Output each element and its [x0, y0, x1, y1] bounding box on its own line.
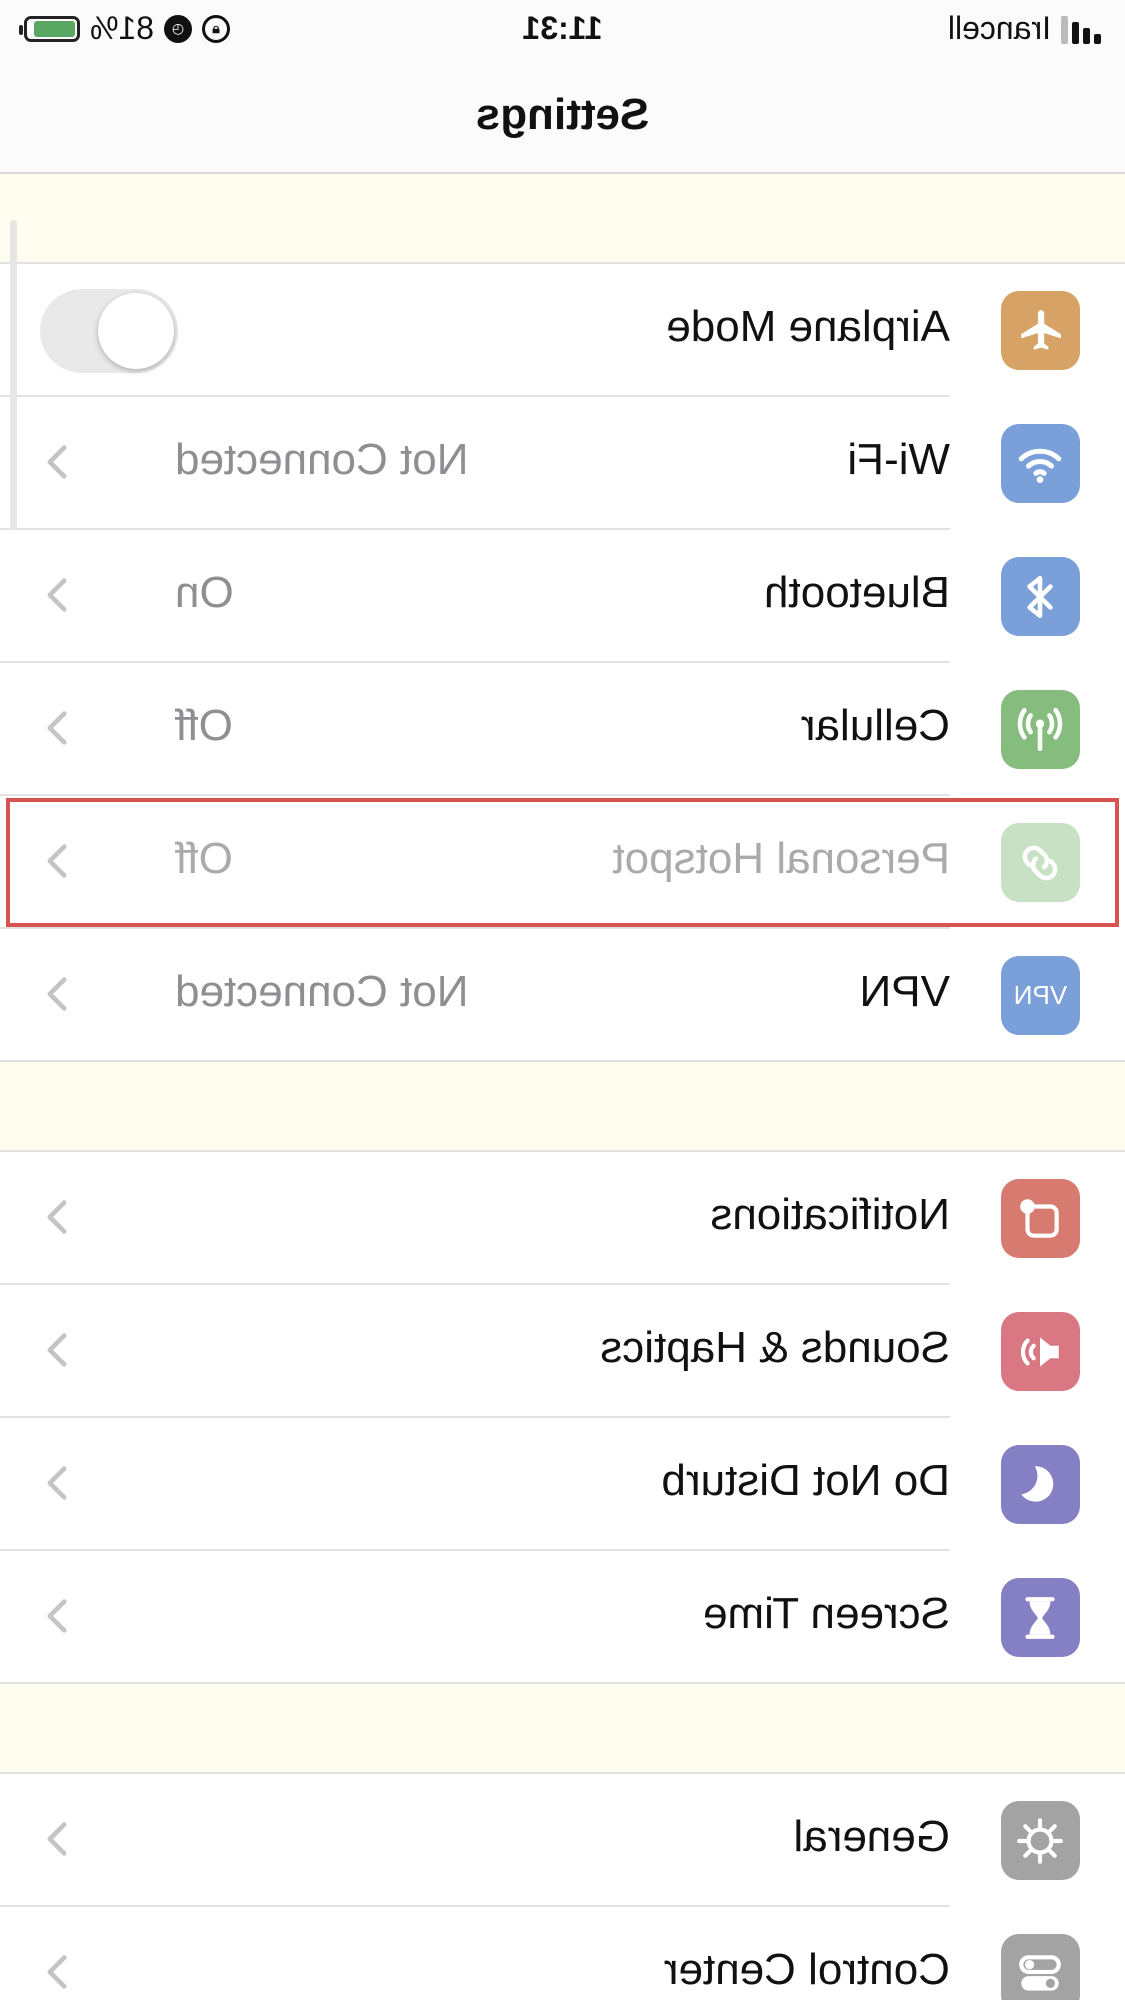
wi-fi-value: Not Connected — [175, 435, 469, 484]
personal-hotspot-label: Personal Hotspot — [612, 834, 950, 883]
settings-row-vpn[interactable]: VPN VPN Not Connected — [0, 929, 1125, 1062]
highlight-box — [6, 798, 1119, 927]
battery-percent: 81% — [90, 10, 155, 46]
section-separator — [0, 1684, 1125, 1774]
section-separator — [0, 174, 1125, 264]
gear-icon — [1001, 1801, 1080, 1880]
settings-row-control-center[interactable]: Control Center — [0, 1907, 1125, 2000]
settings-row-general[interactable]: General — [0, 1774, 1125, 1907]
settings-list[interactable]: Airplane Mode Wi-Fi Not Connected Bluetooth… — [0, 174, 1125, 2000]
bluetooth-label: Bluetooth — [764, 568, 950, 617]
notifications-icon — [1001, 1179, 1080, 1258]
toggle-knob — [98, 293, 174, 369]
screen-time-label: Screen Time — [703, 1589, 950, 1638]
chevron-right-icon — [32, 1947, 82, 1997]
vpn-label: VPN — [859, 967, 950, 1016]
moon-icon — [1001, 1445, 1080, 1524]
bluetooth-icon — [1001, 557, 1080, 636]
airplane-mode-label: Airplane Mode — [666, 302, 950, 351]
sounds-and-haptics-label: Sounds & Haptics — [600, 1323, 950, 1372]
hotspot-link-icon — [1001, 823, 1080, 902]
cellular-value: Off — [175, 701, 233, 750]
notifications-label: Notifications — [710, 1190, 950, 1239]
settings-row-notifications[interactable]: Notifications — [0, 1152, 1125, 1285]
chevron-right-icon — [32, 1814, 82, 1864]
wifi-icon — [1001, 424, 1080, 503]
cellular-antenna-icon — [1001, 690, 1080, 769]
personal-hotspot-value: Off — [175, 834, 233, 883]
chevron-right-icon — [32, 570, 82, 620]
settings-row-wi-fi[interactable]: Wi-Fi Not Connected — [0, 397, 1125, 530]
chevron-right-icon — [32, 836, 82, 886]
settings-row-screen-time[interactable]: Screen Time — [0, 1551, 1125, 1684]
status-right: 🔒︎ ◷ 81% — [24, 10, 231, 47]
wi-fi-label: Wi-Fi — [847, 435, 950, 484]
status-bar: Irancell 11:31 🔒︎ ◷ 81% — [0, 0, 1125, 56]
airplane-mode-toggle[interactable] — [40, 289, 178, 373]
general-label: General — [793, 1812, 950, 1861]
chevron-right-icon — [32, 1192, 82, 1242]
settings-row-airplane-mode[interactable]: Airplane Mode — [0, 264, 1125, 397]
battery-charging-icon — [24, 15, 80, 42]
speaker-icon — [1001, 1312, 1080, 1391]
settings-row-personal-hotspot[interactable]: Personal Hotspot Off — [0, 796, 1125, 929]
nav-bar: Settings — [0, 56, 1125, 174]
orientation-lock-icon: 🔒︎ — [202, 14, 231, 43]
airplane-icon — [1001, 291, 1080, 370]
chevron-right-icon — [32, 1458, 82, 1508]
settings-screen: Irancell 11:31 🔒︎ ◷ 81% Settings Airplan… — [0, 0, 1125, 2000]
settings-row-do-not-disturb[interactable]: Do Not Disturb — [0, 1418, 1125, 1551]
section-separator — [0, 1062, 1125, 1152]
do-not-disturb-label: Do Not Disturb — [661, 1456, 950, 1505]
chevron-right-icon — [32, 437, 82, 487]
chevron-right-icon — [32, 969, 82, 1019]
scroll-indicator[interactable] — [10, 220, 17, 530]
vpn-icon: VPN — [1001, 956, 1080, 1035]
vpn-value: Not Connected — [175, 967, 469, 1016]
settings-row-cellular[interactable]: Cellular Off — [0, 663, 1125, 796]
switches-icon — [1001, 1934, 1080, 2000]
control-center-label: Control Center — [663, 1945, 950, 1994]
bluetooth-value: On — [175, 568, 234, 617]
settings-row-bluetooth[interactable]: Bluetooth On — [0, 530, 1125, 663]
row-divider — [0, 1682, 1125, 1684]
hourglass-icon — [1001, 1578, 1080, 1657]
chevron-right-icon — [32, 1591, 82, 1641]
page-title: Settings — [475, 90, 650, 139]
alarm-icon: ◷ — [164, 14, 193, 43]
row-divider — [0, 1060, 1125, 1062]
cellular-label: Cellular — [800, 701, 950, 750]
chevron-right-icon — [32, 1325, 82, 1375]
vpn-icon-text: VPN — [1013, 980, 1068, 1010]
chevron-right-icon — [32, 703, 82, 753]
settings-row-sounds-and-haptics[interactable]: Sounds & Haptics — [0, 1285, 1125, 1418]
